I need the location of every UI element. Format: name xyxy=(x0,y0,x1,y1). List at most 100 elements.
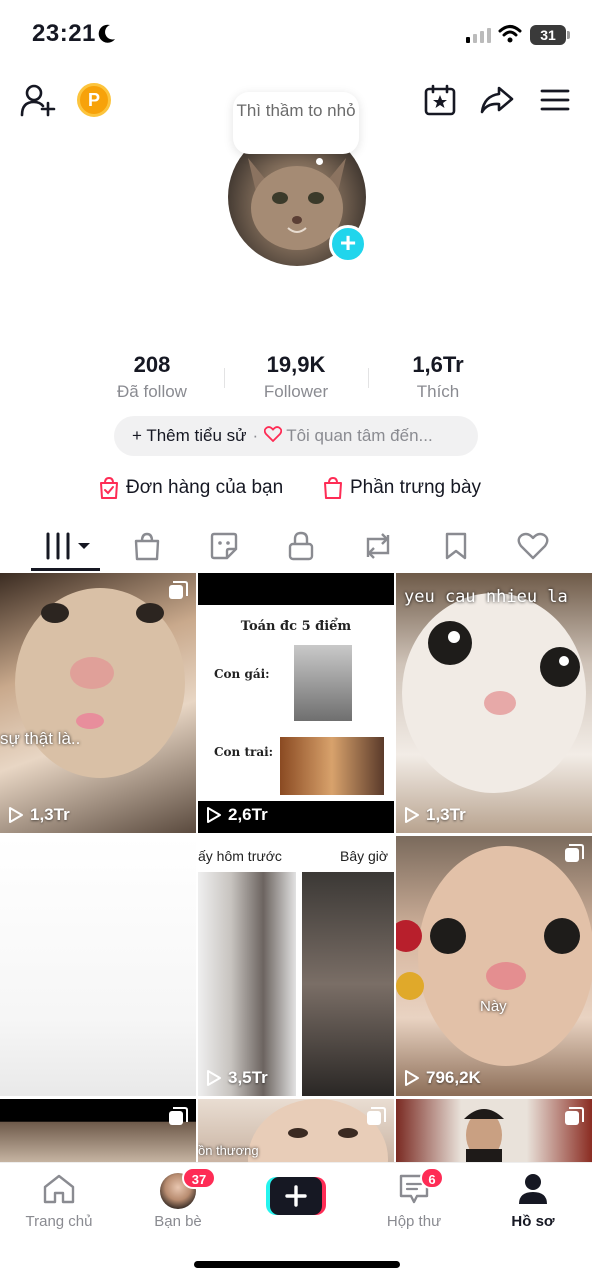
profile-icon xyxy=(519,1174,547,1204)
active-tab-indicator xyxy=(31,568,100,571)
shopping-bag-icon xyxy=(134,532,160,561)
status-time: 23:21 xyxy=(32,20,96,47)
home-indicator xyxy=(194,1261,400,1268)
create-button[interactable] xyxy=(266,1177,326,1215)
view-count-value: 2,6Tr xyxy=(228,805,268,824)
thumbnail-top-bar xyxy=(198,573,394,605)
nav-home[interactable]: Trang chủ xyxy=(9,1173,109,1230)
view-count: 796,2K xyxy=(404,1068,481,1088)
multi-photo-icon xyxy=(565,1107,584,1125)
stat-likes-value: 1,6Tr xyxy=(412,352,464,377)
repost-icon xyxy=(366,533,390,559)
inbox-badge: 6 xyxy=(420,1167,444,1189)
add-bio-label[interactable]: + Thêm tiểu sử xyxy=(132,426,247,446)
shopping-bag-check-icon xyxy=(100,476,118,499)
video-thumbnail[interactable] xyxy=(396,1099,592,1163)
heart-outline-icon xyxy=(517,532,549,560)
video-thumbnail[interactable] xyxy=(0,836,196,1096)
calendar-star-icon[interactable] xyxy=(422,82,458,118)
tab-private[interactable] xyxy=(272,526,330,566)
note-bubble[interactable]: Thì thầm to nhỏ xyxy=(233,92,359,154)
cat-thumbnail-art xyxy=(396,846,592,1066)
video-thumbnail[interactable]: ấy hôm trước Bây giờ 3,5Tr xyxy=(198,836,394,1096)
video-thumbnail[interactable] xyxy=(0,1099,196,1163)
stat-following-value: 208 xyxy=(133,352,171,377)
nav-friends[interactable]: Bạn bè 37 xyxy=(128,1167,228,1230)
wifi-icon xyxy=(498,25,522,43)
view-count: 1,3Tr xyxy=(8,805,70,825)
home-icon xyxy=(43,1174,75,1204)
heart-outline-icon xyxy=(264,425,283,447)
stat-following[interactable]: 208 Đã follow xyxy=(82,352,222,402)
multi-photo-icon xyxy=(367,1107,386,1125)
video-caption: Này xyxy=(480,998,507,1015)
multi-photo-icon xyxy=(169,581,188,599)
tab-sticker[interactable] xyxy=(195,526,253,566)
nav-profile-label: Hồ sơ xyxy=(511,1213,555,1230)
bookmark-icon xyxy=(445,532,467,560)
note-bubble-tail xyxy=(316,158,323,165)
video-title-text: Toán đc 5 điểm xyxy=(240,619,352,634)
nav-inbox[interactable]: Hộp thư 6 xyxy=(364,1167,464,1230)
nav-inbox-label: Hộp thư xyxy=(386,1213,442,1230)
label-girl: Con gái: xyxy=(214,667,270,681)
menu-icon[interactable] xyxy=(536,82,574,118)
orders-link[interactable]: Đơn hàng của bạn xyxy=(98,474,283,502)
orders-label: Đơn hàng của bạn xyxy=(126,477,284,498)
tab-videos-grid[interactable] xyxy=(37,526,95,566)
stat-divider xyxy=(224,368,225,388)
video-caption: sự thật là.. xyxy=(0,729,81,748)
bio-separator: · xyxy=(252,426,259,445)
nav-friends-label: Bạn bè xyxy=(154,1213,202,1230)
play-outline-icon xyxy=(405,807,419,823)
photo-boy xyxy=(280,737,384,795)
tab-shop[interactable] xyxy=(118,526,176,566)
view-count: 2,6Tr xyxy=(206,805,268,825)
video-caption-left: ấy hôm trước xyxy=(198,848,282,864)
moon-icon xyxy=(98,24,115,43)
plus-icon xyxy=(285,1185,307,1207)
video-caption-right: Bây giờ xyxy=(340,848,389,864)
video-caption: yeu cau nhieu la xyxy=(404,587,568,607)
interests-label[interactable]: Tôi quan tâm đến... xyxy=(286,426,432,446)
tab-liked[interactable] xyxy=(504,526,562,566)
cellular-signal-icon xyxy=(466,28,491,43)
play-outline-icon xyxy=(9,807,23,823)
grid-icon xyxy=(46,532,90,560)
status-bar: 23:21 31 xyxy=(0,0,592,70)
sticker-icon xyxy=(210,532,238,560)
video-thumbnail[interactable]: yeu cau nhieu la 1,3Tr xyxy=(396,573,592,833)
lock-icon xyxy=(288,531,314,561)
nav-profile[interactable]: Hồ sơ xyxy=(483,1173,583,1230)
stat-followers[interactable]: 19,9K Follower xyxy=(226,352,366,402)
view-count-value: 1,3Tr xyxy=(30,805,70,824)
shopping-bag-icon xyxy=(324,476,342,499)
stat-likes[interactable]: 1,6Tr Thích xyxy=(368,352,508,402)
add-story-button[interactable]: + xyxy=(329,225,367,263)
label-boy: Con trai: xyxy=(214,745,274,759)
tab-favorites[interactable] xyxy=(427,526,485,566)
person-thumbnail-art xyxy=(464,1109,504,1163)
view-count: 1,3Tr xyxy=(404,805,466,825)
nav-home-label: Trang chủ xyxy=(25,1213,93,1230)
photo-girl xyxy=(294,645,352,721)
tab-repost[interactable] xyxy=(349,526,407,566)
share-icon[interactable] xyxy=(478,82,516,118)
video-thumbnail[interactable]: ồn thương xyxy=(198,1099,394,1163)
cat-thumbnail-art xyxy=(15,588,185,778)
play-outline-icon xyxy=(207,1070,221,1086)
video-thumbnail[interactable]: sự thật là.. 1,3Tr xyxy=(0,573,196,833)
friends-badge: 37 xyxy=(182,1167,216,1189)
play-outline-icon xyxy=(405,1070,419,1086)
showcase-link[interactable]: Phần trưng bày xyxy=(322,474,481,502)
video-thumbnail[interactable]: Này 796,2K xyxy=(396,836,592,1096)
add-friend-icon[interactable] xyxy=(18,82,58,118)
view-count-value: 796,2K xyxy=(426,1068,481,1087)
video-thumbnail[interactable]: Toán đc 5 điểm Con gái: Con trai: 2,6Tr xyxy=(198,573,394,833)
multi-photo-icon xyxy=(565,844,584,862)
stat-likes-label: Thích xyxy=(416,382,460,401)
coin-icon[interactable]: P xyxy=(77,83,111,117)
bio-pill[interactable]: + Thêm tiểu sử · Tôi quan tâm đến... xyxy=(114,416,478,456)
photo-left xyxy=(198,872,296,1096)
view-count-value: 1,3Tr xyxy=(426,805,466,824)
